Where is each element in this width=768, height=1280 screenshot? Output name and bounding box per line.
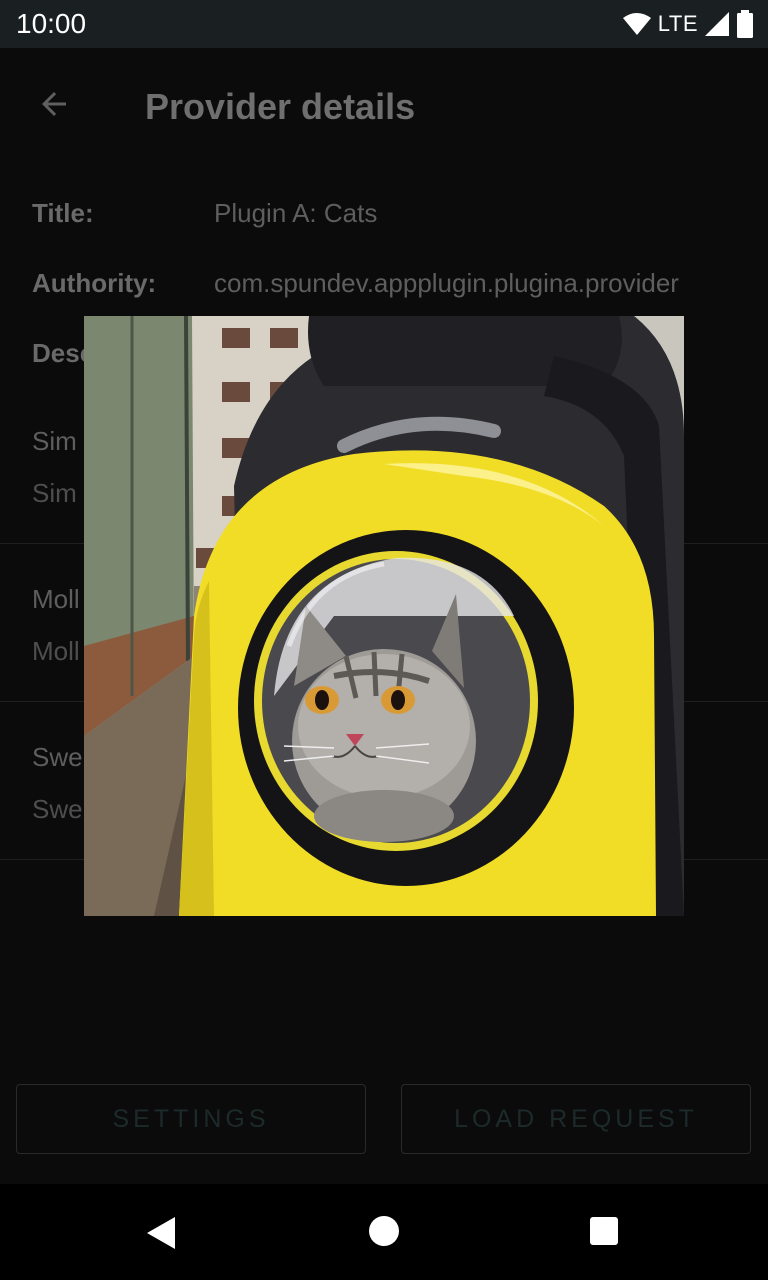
- app-bar: Provider details: [0, 48, 768, 160]
- detail-row-authority: Authority: com.spundev.appplugin.plugina…: [32, 268, 752, 308]
- status-bar: 10:00 LTE: [0, 0, 768, 48]
- list-item-title: Moll: [32, 584, 80, 614]
- nav-home-icon[interactable]: [369, 1216, 399, 1246]
- nav-recents-icon[interactable]: [590, 1217, 618, 1245]
- detail-row-title: Title: Plugin A: Cats: [32, 198, 752, 238]
- back-button[interactable]: [26, 76, 82, 132]
- arrow-back-icon: [42, 92, 66, 116]
- page-title: Provider details: [145, 86, 416, 127]
- list-item-title: Sim: [32, 426, 77, 456]
- detail-label: Authority:: [32, 268, 157, 298]
- list-item-title: Swe: [32, 742, 83, 772]
- status-icons: LTE: [622, 10, 754, 38]
- nav-back-icon[interactable]: [146, 1216, 176, 1250]
- load-request-button[interactable]: LOAD REQUEST: [401, 1084, 751, 1154]
- signal-icon: [705, 12, 729, 36]
- status-time: 10:00: [16, 8, 87, 39]
- detail-label: Title:: [32, 198, 94, 228]
- cat-backpack-photo: [84, 316, 684, 916]
- list-item-subtitle: Swe: [32, 794, 83, 824]
- detail-value: com.spundev.appplugin.plugina.provider: [214, 268, 679, 298]
- list-item-subtitle: Moll: [32, 636, 80, 666]
- network-type-label: LTE: [657, 11, 698, 36]
- cat-image-dialog[interactable]: [84, 316, 684, 916]
- wifi-icon: [622, 13, 651, 35]
- detail-value: Plugin A: Cats: [214, 198, 378, 228]
- battery-icon: [737, 10, 753, 38]
- list-item-subtitle: Sim: [32, 478, 77, 508]
- navigation-bar: [0, 1184, 768, 1280]
- settings-button[interactable]: SETTINGS: [16, 1084, 366, 1154]
